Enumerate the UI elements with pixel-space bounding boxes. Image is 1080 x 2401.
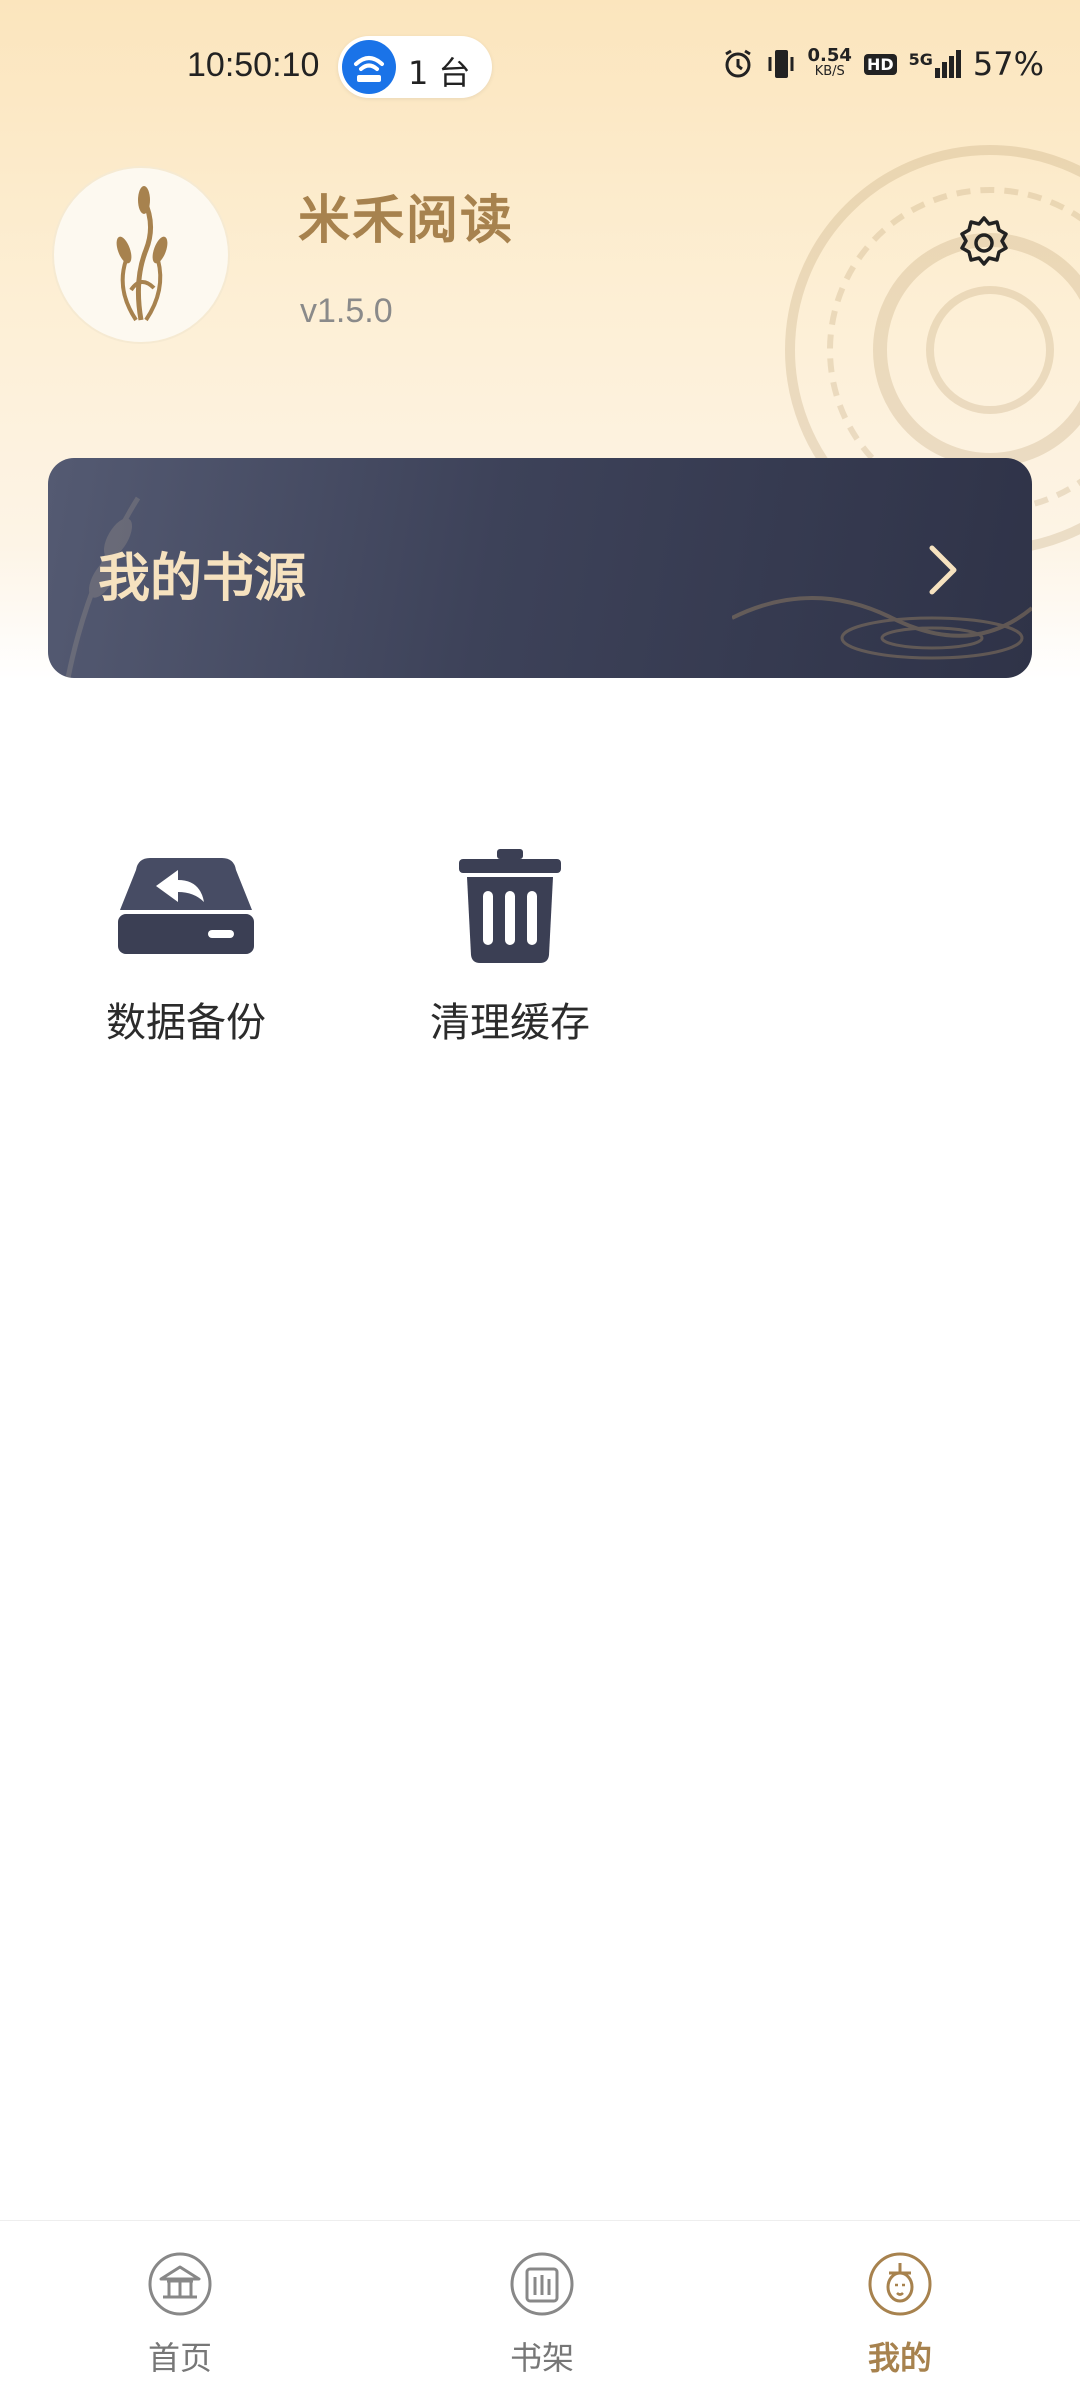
trash-icon (459, 849, 561, 963)
home-temple-icon (148, 2252, 212, 2316)
hotspot-count: 1 台 (408, 54, 471, 92)
tab-bookshelf[interactable]: 书架 (462, 2251, 622, 2379)
data-backup-button[interactable]: 数据备份 (66, 840, 306, 1048)
battery-percent: 57% (972, 45, 1044, 83)
hotspot-icon (342, 40, 396, 94)
status-time: 10:50:10 (187, 46, 320, 84)
my-book-sources-banner[interactable]: 我的书源 (48, 458, 1032, 678)
clear-cache-label: 清理缓存 (430, 1000, 590, 1046)
tab-mine-label: 我的 (867, 2339, 932, 2377)
settings-gear-icon[interactable] (954, 212, 1014, 272)
backup-drive-icon (118, 858, 254, 954)
wheat-logo-icon (116, 186, 168, 322)
banner-title: 我的书源 (98, 549, 307, 609)
data-backup-label: 数据备份 (106, 1000, 266, 1046)
app-version: v1.5.0 (300, 292, 393, 330)
hotspot-pill[interactable]: 1 台 (338, 36, 492, 98)
bottom-tab-bar: 首页 书架 我的 (0, 2220, 1080, 2401)
profile-avatar-icon (868, 2252, 932, 2316)
status-bar: 10:50:10 1 台 0.54 KB/S HD 5G 57% (0, 0, 1080, 136)
hd-badge: HD (863, 53, 897, 75)
tab-bookshelf-label: 书架 (509, 2339, 574, 2377)
signal-icon: 5G (909, 50, 961, 78)
alarm-icon (724, 49, 751, 78)
clear-cache-button[interactable]: 清理缓存 (390, 840, 630, 1048)
chevron-right-icon (929, 545, 957, 595)
wave-decoration-icon (732, 596, 1032, 660)
vibrate-icon (768, 50, 794, 78)
app-logo (54, 168, 228, 342)
app-name: 米禾阅读 (298, 190, 515, 251)
tab-mine[interactable]: 我的 (820, 2251, 980, 2379)
network-speed-unit: KB/S (814, 64, 845, 79)
signal-type-label: 5G (908, 50, 933, 69)
network-speed-value: 0.54 (807, 45, 852, 66)
network-speed: 0.54 KB/S (807, 45, 852, 80)
tab-home[interactable]: 首页 (100, 2251, 260, 2379)
tab-home-label: 首页 (147, 2339, 212, 2377)
bookshelf-icon (510, 2252, 574, 2316)
status-icons: 0.54 KB/S HD 5G 57% (722, 44, 1044, 84)
